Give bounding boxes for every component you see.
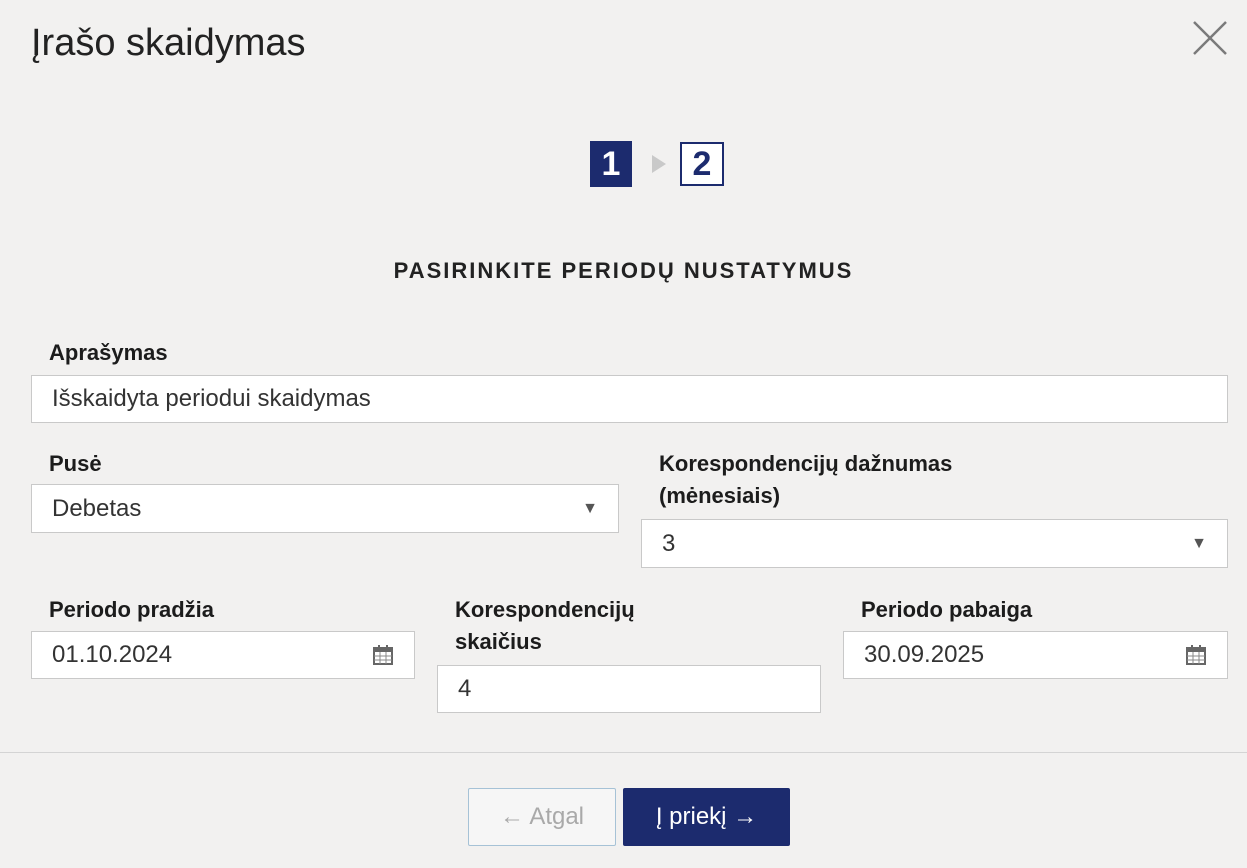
frequency-label-line2: (mėnesiais) (659, 483, 781, 508)
frequency-select[interactable]: 3 ▼ (641, 519, 1228, 568)
period-start-value: 01.10.2024 (52, 641, 173, 668)
count-label-line1: Korespondencijų (455, 597, 635, 622)
back-button[interactable]: ← Atgal (468, 788, 616, 846)
step-2: 2 (680, 142, 724, 186)
footer-divider (0, 752, 1247, 753)
period-start-label: Periodo pradžia (49, 597, 215, 622)
description-label: Aprašymas (49, 340, 168, 365)
step-indicator: 1 2 (590, 138, 724, 190)
count-label: Korespondencijų skaičius (455, 594, 635, 658)
period-end-label: Periodo pabaiga (861, 597, 1033, 622)
forward-button[interactable]: Į priekį → (623, 788, 790, 846)
count-input[interactable]: 4 (437, 665, 821, 713)
close-icon[interactable] (1190, 18, 1230, 58)
frequency-label: Korespondencijų dažnumas (mėnesiais) (659, 448, 952, 512)
split-entry-dialog: Įrašo skaidymas 1 2 PASIRINKITE PERIODŲ … (0, 0, 1247, 868)
period-end-input[interactable]: 30.09.2025 (843, 631, 1228, 679)
dropdown-caret-icon: ▼ (582, 499, 598, 517)
period-end-value: 30.09.2025 (864, 641, 985, 668)
dropdown-caret-icon: ▼ (1191, 534, 1207, 552)
side-select[interactable]: Debetas ▼ (31, 484, 619, 533)
calendar-icon[interactable] (1185, 644, 1207, 666)
calendar-icon[interactable] (372, 644, 394, 666)
step-1: 1 (590, 141, 632, 187)
description-input[interactable]: Išskaidyta periodui skaidymas (31, 375, 1228, 423)
description-value: Išskaidyta periodui skaidymas (52, 385, 371, 412)
count-value: 4 (458, 675, 472, 702)
dialog-title: Įrašo skaidymas (31, 22, 306, 64)
side-value: Debetas (52, 494, 142, 522)
period-start-input[interactable]: 01.10.2024 (31, 631, 415, 679)
frequency-label-line1: Korespondencijų dažnumas (659, 451, 953, 476)
frequency-value: 3 (662, 529, 676, 557)
step-arrow-icon (652, 155, 666, 173)
count-label-line2: skaičius (455, 629, 542, 654)
side-label: Pusė (49, 451, 102, 476)
section-title: PASIRINKITE PERIODŲ NUSTATYMUS (393, 258, 854, 283)
